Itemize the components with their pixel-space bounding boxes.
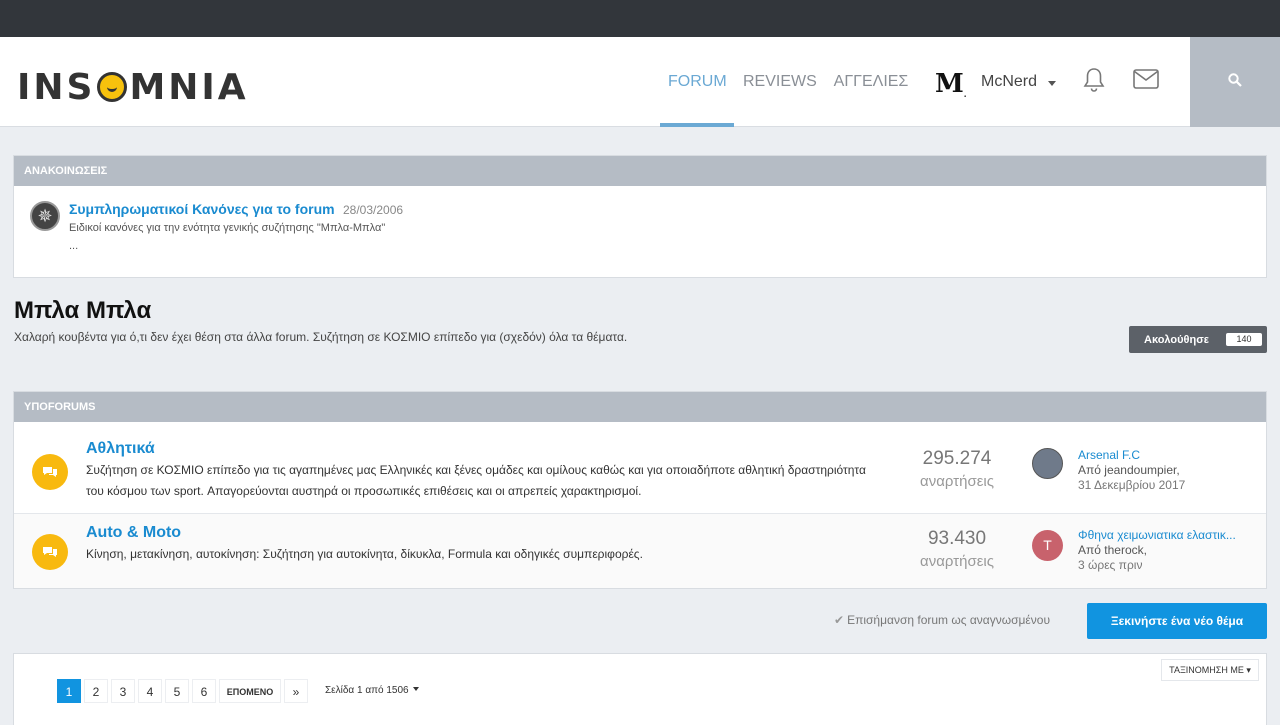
page-1[interactable]: 1: [57, 679, 81, 703]
nav-aggelies[interactable]: ΑΓΓΕΛΙΕΣ: [832, 37, 910, 127]
post-count: 295.274: [922, 448, 992, 469]
top-bar: [0, 0, 1280, 37]
page-2[interactable]: 2: [84, 679, 108, 703]
page-info-label: Σελίδα 1 από 1506: [325, 685, 409, 696]
subforum-desc: Κίνηση, μετακίνηση, αυτοκίνηση: Συζήτηση…: [86, 547, 643, 561]
nav-reviews[interactable]: REVIEWS: [743, 37, 817, 127]
avatar[interactable]: T: [1032, 530, 1063, 561]
logo-text-left: INS: [17, 66, 96, 108]
search-icon: [1228, 72, 1242, 92]
chevron-down-icon: [412, 687, 419, 691]
announcement-desc: Ειδικοί κανόνες για την ενότητα γενικής …: [69, 222, 386, 234]
subforum-title[interactable]: Αθλητικά: [86, 440, 155, 458]
follow-button[interactable]: Ακολούθησε 140: [1129, 326, 1267, 353]
page-3[interactable]: 3: [111, 679, 135, 703]
follow-label: Ακολούθησε: [1144, 334, 1209, 346]
empire-avatar-icon[interactable]: ✵: [30, 201, 60, 231]
next-page-button[interactable]: ΕΠΟΜΕΝΟ: [219, 679, 281, 703]
last-post-time: 3 ώρες πριν: [1078, 558, 1143, 572]
post-count-label: αναρτήσεις: [920, 473, 994, 490]
brand-mark: .: [963, 89, 967, 99]
subforum-desc: Συζήτηση σε ΚΟΣΜΙΟ επίπεδο για τις αγαπη…: [86, 463, 866, 498]
announcement-ellipsis: ...: [69, 240, 79, 252]
brand-mcdonalds-icon: M.: [935, 69, 967, 99]
last-post-time: 31 Δεκεμβρίου 2017: [1078, 478, 1186, 492]
page-jump[interactable]: Σελίδα 1 από 1506: [325, 685, 419, 696]
chat-bubbles-icon: [32, 454, 68, 490]
new-topic-button[interactable]: Ξεκινήστε ένα νέο θέμα: [1087, 603, 1267, 639]
subforum-row: Auto & Moto Κίνηση, μετακίνηση, αυτοκίνη…: [14, 514, 1266, 588]
chevron-down-icon[interactable]: [1048, 81, 1056, 86]
page-4[interactable]: 4: [138, 679, 162, 703]
page-6[interactable]: 6: [192, 679, 216, 703]
search-button[interactable]: [1190, 37, 1280, 127]
user-menu[interactable]: McNerd: [981, 73, 1037, 91]
announcement-date: 28/03/2006: [343, 203, 404, 217]
page-5[interactable]: 5: [165, 679, 189, 703]
last-post-author: Από jeandoumpier,: [1078, 463, 1180, 477]
brand-glyph: M: [935, 69, 964, 99]
last-page-button[interactable]: »: [284, 679, 308, 703]
chat-bubbles-icon: [32, 534, 68, 570]
announcements-heading: ΑΝΑΚΟΙΝΩΣΕΙΣ: [14, 156, 1266, 186]
post-count-label: αναρτήσεις: [920, 553, 994, 570]
check-icon: ✔: [834, 613, 845, 627]
announcements-panel: ΑΝΑΚΟΙΝΩΣΕΙΣ ✵ Συμπληρωματικοί Κανόνες γ…: [13, 155, 1267, 278]
subforum-title[interactable]: Auto & Moto: [86, 524, 181, 542]
last-post-title[interactable]: Φθηνα χειμωνιατικα ελαστικ...: [1078, 528, 1236, 542]
nav-forum[interactable]: FORUM: [660, 37, 734, 127]
page-title: Μπλα Μπλα: [14, 297, 152, 324]
bell-icon[interactable]: [1082, 67, 1106, 98]
subforums-heading: ΥΠΟFORUMS: [14, 392, 1266, 422]
follow-count-badge: 140: [1226, 333, 1262, 346]
pagination-panel: ΤΑΞΙΝΟΜΗΣΗ ΜΕ ▾ 1 2 3 4 5 6 ΕΠΟΜΕΝΟ » Σε…: [13, 653, 1267, 725]
last-post-title[interactable]: Arsenal F.C: [1078, 448, 1140, 462]
last-post-author: Από therock,: [1078, 543, 1147, 557]
announcement-title[interactable]: Συμπληρωματικοί Κανόνες για το forum: [69, 201, 335, 217]
mail-icon[interactable]: [1133, 69, 1159, 94]
subforum-row: Αθλητικά Συζήτηση σε ΚΟΣΜΙΟ επίπεδο για …: [14, 428, 1266, 514]
forum-description: Χαλαρή κουβέντα για ό,τι δεν έχει θέση σ…: [14, 330, 628, 344]
post-count: 93.430: [927, 528, 987, 549]
site-header: INS MNIA FORUM REVIEWS ΑΓΓΕΛΙΕΣ M. McNerd: [0, 37, 1280, 127]
sort-button[interactable]: ΤΑΞΙΝΟΜΗΣΗ ΜΕ ▾: [1161, 659, 1259, 681]
sort-label: ΤΑΞΙΝΟΜΗΣΗ ΜΕ: [1169, 665, 1244, 675]
mark-read-link[interactable]: ✔ Επισήμανση forum ως αναγνωσμένου: [834, 613, 1050, 627]
avatar[interactable]: [1032, 448, 1063, 479]
subforums-panel: ΥΠΟFORUMS Αθλητικά Συζήτηση σε ΚΟΣΜΙΟ επ…: [13, 391, 1267, 589]
minion-eye-icon: [97, 72, 128, 102]
logo-text-right: MNIA: [129, 66, 249, 108]
site-logo[interactable]: INS MNIA: [17, 66, 249, 108]
mark-read-label: Επισήμανση forum ως αναγνωσμένου: [847, 613, 1051, 627]
pagination: 1 2 3 4 5 6 ΕΠΟΜΕΝΟ »: [57, 679, 311, 703]
